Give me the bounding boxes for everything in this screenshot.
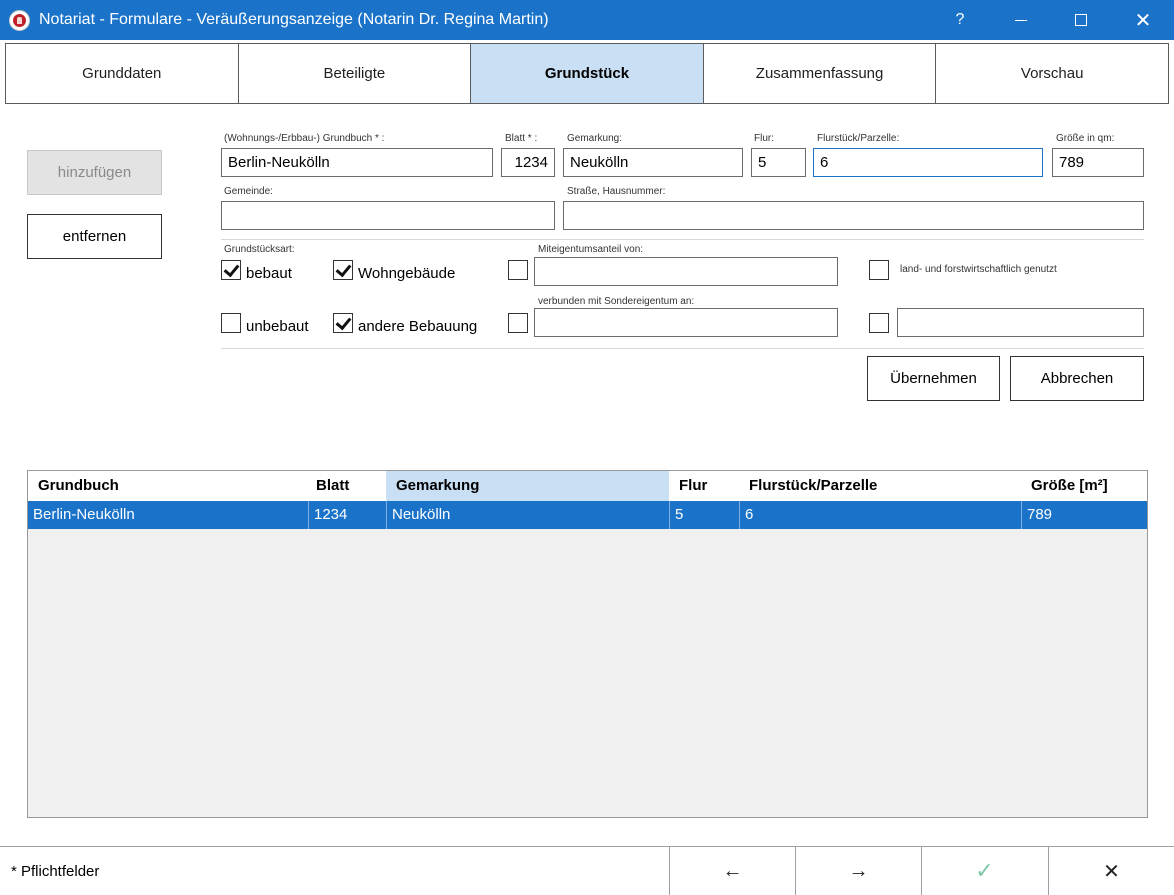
cell-flurstueck: 6	[739, 501, 1021, 529]
strasse-input[interactable]	[563, 201, 1144, 230]
column-header-flurstueck[interactable]: Flurstück/Parzelle	[739, 471, 1021, 501]
cell-grundbuch: Berlin-Neukölln	[33, 506, 135, 523]
flur-label: Flur:	[754, 133, 774, 144]
minimize-button[interactable]	[998, 0, 1044, 40]
forward-button[interactable]: →	[795, 847, 921, 895]
grundstuecksart-label: Grundstücksart:	[224, 244, 295, 255]
divider	[221, 239, 1144, 240]
bebaut-checkbox[interactable]	[221, 260, 241, 280]
extra-input[interactable]	[897, 308, 1144, 337]
unbebaut-checkbox[interactable]	[221, 313, 241, 333]
sondereigentum-input[interactable]	[534, 308, 838, 337]
apply-button[interactable]: Übernehmen	[867, 356, 1000, 401]
arrow-right-icon: →	[848, 859, 869, 882]
column-header-blatt[interactable]: Blatt	[306, 471, 386, 501]
landwirtschaft-label: land- und forstwirtschaftlich genutzt	[900, 264, 1057, 275]
tab-grunddaten[interactable]: Grunddaten	[6, 44, 239, 103]
divider	[221, 348, 1144, 349]
help-button[interactable]: ?	[937, 0, 983, 40]
grundbuch-label: (Wohnungs-/Erbbau-) Grundbuch * :	[224, 133, 385, 144]
close-button[interactable]: ✕	[1048, 847, 1174, 895]
gemarkung-input[interactable]: Neukölln	[563, 148, 743, 177]
back-button[interactable]: ←	[669, 847, 795, 895]
gemarkung-label: Gemarkung:	[567, 133, 623, 144]
confirm-button[interactable]: ✓	[921, 847, 1047, 895]
tab-beteiligte[interactable]: Beteiligte	[239, 44, 472, 103]
remove-button[interactable]: entfernen	[27, 214, 162, 259]
coat-of-arms-icon	[9, 10, 30, 31]
tab-bar: Grunddaten Beteiligte Grundstück Zusamme…	[5, 43, 1169, 104]
groesse-input[interactable]: 789	[1052, 148, 1144, 177]
window-close-button[interactable]: ✕	[1120, 0, 1166, 40]
maximize-button[interactable]	[1058, 0, 1104, 40]
close-icon: ✕	[1103, 860, 1120, 883]
andere-bebauung-label: andere Bebauung	[358, 318, 478, 335]
miteigentum-input[interactable]	[534, 257, 838, 286]
sondereigentum-checkbox[interactable]	[508, 313, 528, 333]
table-header: Grundbuch Blatt Gemarkung Flur Flurstück…	[28, 471, 1147, 501]
cell-groesse: 789	[1021, 501, 1147, 529]
column-header-groesse[interactable]: Größe [m²]	[1021, 471, 1147, 501]
flur-input[interactable]: 5	[751, 148, 806, 177]
andere-bebauung-checkbox[interactable]	[333, 313, 353, 333]
cell-flur: 5	[669, 501, 739, 529]
add-button[interactable]: hinzufügen	[27, 150, 162, 195]
blatt-label: Blatt * :	[505, 133, 538, 144]
grundbuch-input[interactable]: Berlin-Neukölln	[221, 148, 493, 177]
miteigentum-label: Miteigentumsanteil von:	[538, 244, 644, 255]
gemeinde-input[interactable]	[221, 201, 555, 230]
gemeinde-label: Gemeinde:	[224, 186, 273, 197]
arrow-left-icon: ←	[722, 859, 743, 882]
tab-vorschau[interactable]: Vorschau	[936, 44, 1168, 103]
flurstueck-label: Flurstück/Parzelle:	[817, 133, 900, 144]
cancel-button[interactable]: Abbrechen	[1010, 356, 1144, 401]
cell-blatt: 1234	[308, 501, 386, 529]
sondereigentum-label: verbunden mit Sondereigentum an:	[538, 296, 695, 307]
miteigentum-checkbox[interactable]	[508, 260, 528, 280]
window-title: Notariat - Formulare - Veräußerungsanzei…	[39, 11, 549, 28]
strasse-label: Straße, Hausnummer:	[567, 186, 666, 197]
title-bar[interactable]: Notariat - Formulare - Veräußerungsanzei…	[0, 0, 1174, 40]
bebaut-label: bebaut	[246, 265, 292, 282]
tab-grundstueck[interactable]: Grundstück	[471, 44, 704, 103]
required-fields-note: * Pflichtfelder	[11, 863, 100, 880]
wohngebaeude-label: Wohngebäude	[358, 265, 456, 282]
wohngebaeude-checkbox[interactable]	[333, 260, 353, 280]
checkmark-icon: ✓	[975, 858, 994, 883]
maximize-icon	[1075, 14, 1087, 26]
column-header-flur[interactable]: Flur	[669, 471, 739, 501]
grundstueck-table[interactable]: Grundbuch Blatt Gemarkung Flur Flurstück…	[27, 470, 1148, 818]
blatt-input[interactable]: 1234	[501, 148, 555, 177]
table-row[interactable]: Berlin-Neukölln 1234 Neukölln 5 6 789	[28, 501, 1147, 529]
tab-zusammenfassung[interactable]: Zusammenfassung	[704, 44, 937, 103]
column-header-gemarkung[interactable]: Gemarkung	[386, 471, 669, 501]
column-header-grundbuch[interactable]: Grundbuch	[28, 471, 300, 501]
flurstueck-input[interactable]: 6	[813, 148, 1043, 177]
groesse-label: Größe in qm:	[1056, 133, 1115, 144]
cell-gemarkung: Neukölln	[386, 501, 669, 529]
unbebaut-label: unbebaut	[246, 318, 309, 335]
extra-checkbox[interactable]	[869, 313, 889, 333]
minimize-icon	[1015, 19, 1027, 21]
landwirtschaft-checkbox[interactable]	[869, 260, 889, 280]
